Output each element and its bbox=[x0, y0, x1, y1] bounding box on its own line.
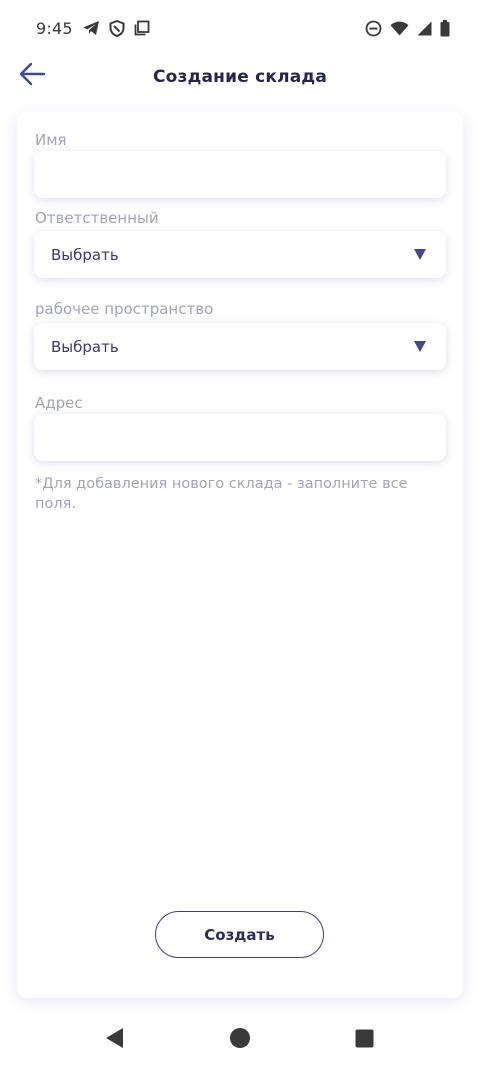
workspace-select[interactable]: Выбрать bbox=[34, 323, 446, 370]
telegram-icon bbox=[82, 20, 100, 36]
nav-back-button[interactable] bbox=[87, 1010, 143, 1066]
dropdown-triangle-icon bbox=[414, 341, 426, 352]
status-time: 9:45 bbox=[36, 18, 73, 38]
name-field-wrapper bbox=[34, 151, 446, 198]
status-bar: 9:45 bbox=[0, 0, 480, 56]
dropdown-triangle-icon bbox=[414, 249, 426, 260]
form-card: Имя Ответственный Выбрать рабочее простр… bbox=[17, 112, 463, 998]
form-hint: *Для добавления нового склада - заполнит… bbox=[35, 476, 408, 512]
back-triangle-icon bbox=[106, 1028, 123, 1048]
address-label: Адрес bbox=[35, 394, 83, 412]
responsible-select-value: Выбрать bbox=[51, 245, 119, 264]
workspace-label: рабочее пространство bbox=[35, 300, 214, 318]
battery-icon bbox=[440, 19, 450, 37]
nav-recents-button[interactable] bbox=[336, 1010, 392, 1066]
name-label: Имя bbox=[35, 131, 67, 149]
workspace-select-value: Выбрать bbox=[51, 337, 119, 356]
recents-square-icon bbox=[355, 1029, 373, 1047]
copy-icon bbox=[134, 20, 150, 36]
status-right bbox=[365, 19, 450, 37]
create-button[interactable]: Создать bbox=[155, 911, 324, 958]
responsible-label: Ответственный bbox=[35, 209, 159, 227]
do-not-disturb-icon bbox=[365, 20, 382, 37]
address-input[interactable] bbox=[34, 414, 446, 461]
nav-home-button[interactable] bbox=[212, 1010, 268, 1066]
responsible-select[interactable]: Выбрать bbox=[34, 231, 446, 278]
name-input[interactable] bbox=[34, 151, 446, 198]
wifi-icon bbox=[390, 21, 409, 36]
signal-icon bbox=[417, 21, 432, 36]
vpn-shield-icon bbox=[109, 19, 125, 37]
address-field-wrapper bbox=[34, 414, 446, 461]
system-nav-bar bbox=[0, 1010, 480, 1066]
app-header: Создание склада bbox=[0, 56, 480, 100]
home-circle-icon bbox=[230, 1028, 250, 1048]
status-left: 9:45 bbox=[36, 19, 150, 38]
page-title: Создание склада bbox=[152, 67, 328, 87]
